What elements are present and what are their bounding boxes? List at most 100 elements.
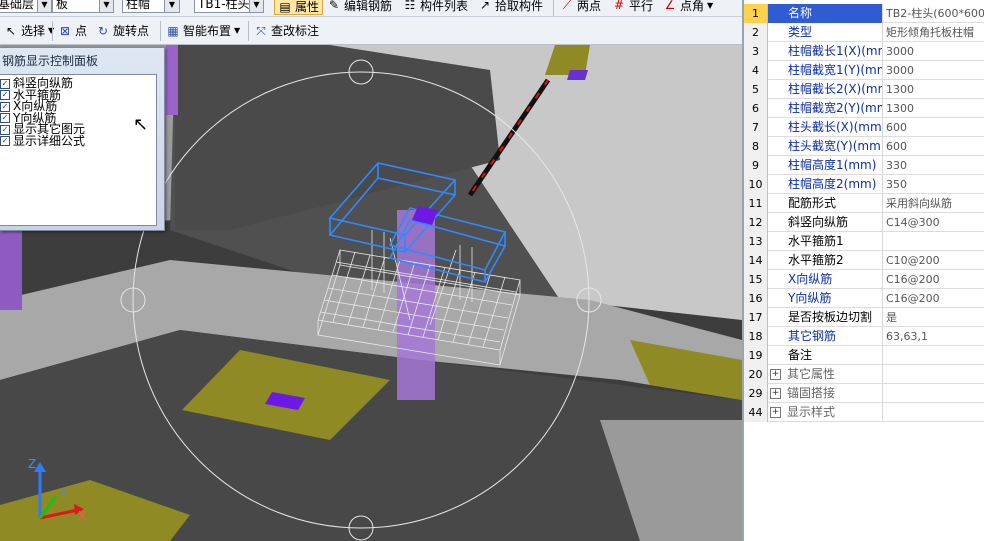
property-row[interactable]: 5 柱帽截长2(X)(mm) 1300 [744,80,984,99]
property-value[interactable]: 矩形倾角托板柱帽 [883,23,984,42]
checkbox[interactable]: ✓ [0,124,10,135]
property-name: 柱头截长(X)(mm) [768,118,883,137]
parallel-button[interactable]: # 平行 [612,0,653,13]
property-row[interactable]: 6 柱帽截宽2(Y)(mm) 1300 [744,99,984,118]
row-number: 11 [744,194,768,213]
rebar-display-control-panel[interactable]: 钢筋显示控制面板 ✓ 斜竖向纵筋 ✓ 水平箍筋 ✓ X向纵筋 ✓ Y向纵筋 ✓ 显示其它图… [0,47,165,231]
property-row-name[interactable]: 1 名称 TB2-柱头(600*600) [744,4,984,23]
checkbox-list: ✓ 斜竖向纵筋 ✓ 水平箍筋 ✓ X向纵筋 ✓ Y向纵筋 ✓ 显示其它图元 ✓ 显示详细公式 [0,77,85,148]
smart-layout-button[interactable]: ▦ 智能布置 ▼ [166,17,240,44]
checkbox[interactable]: ✓ [0,136,10,147]
type-combo[interactable]: 板 ▼ [52,0,114,13]
property-value[interactable] [883,346,984,365]
property-row[interactable]: 15 X向纵筋 C16@200 [744,270,984,289]
property-value[interactable]: C16@200 [883,270,984,289]
point-angle-icon: ∠ [664,0,676,12]
row-number: 17 [744,308,768,327]
toolbar-divider [553,0,554,16]
property-value[interactable]: 采用斜向纵筋 [883,194,984,213]
property-value[interactable]: 63,63,1 [883,327,984,346]
row-number: 29 [744,384,768,403]
property-name: 水平箍筋1 [768,232,883,251]
property-row[interactable]: 10 柱帽高度2(mm) 350 [744,175,984,194]
component-list-button[interactable]: ☷ 构件列表 [403,0,468,13]
property-row[interactable]: 8 柱头截宽(Y)(mm) 600 [744,137,984,156]
properties-icon: ▤ [279,0,291,14]
checkbox-row-detailed-formula[interactable]: ✓ 显示详细公式 [0,135,85,148]
checkbox[interactable]: ✓ [0,113,10,124]
property-value[interactable]: 是 [883,308,984,327]
property-row[interactable]: 12 斜竖向纵筋 C14@300 [744,213,984,232]
property-value[interactable]: 350 [883,175,984,194]
row-number: 3 [744,42,768,61]
property-row[interactable]: 16 Y向纵筋 C16@200 [744,289,984,308]
property-value[interactable]: 600 [883,118,984,137]
property-group-anchorage[interactable]: 29 + 锚固搭接 [744,384,984,403]
chevron-down-icon: ▼ [99,0,113,12]
row-number: 15 [744,270,768,289]
property-name: 名称 [768,4,883,23]
property-group-name: + 其它属性 [768,365,883,384]
component-combo[interactable]: TB1-柱头 ▼ [194,0,264,13]
property-row[interactable]: 3 柱帽截长1(X)(mm) 3000 [744,42,984,61]
expand-plus-icon[interactable]: + [770,369,781,380]
panel-title[interactable]: 钢筋显示控制面板 [0,48,164,72]
row-number: 18 [744,327,768,346]
edit-rebar-button[interactable]: ✎ 编辑钢筋 [327,0,392,13]
property-name: 斜竖向纵筋 [768,213,883,232]
property-row[interactable]: 4 柱帽截宽1(Y)(mm) 3000 [744,61,984,80]
check-annotation-button[interactable]: ⤧ 查改标注 [254,17,319,44]
property-value[interactable]: C14@300 [883,213,984,232]
checkbox[interactable]: ✓ [0,90,10,101]
category-combo-dropdown[interactable]: ▼ [164,0,180,13]
expand-plus-icon[interactable]: + [770,388,781,399]
property-name: 柱帽高度2(mm) [768,175,883,194]
properties-button[interactable]: ▤ 属性 [274,0,324,15]
layer-combo[interactable]: 基础层 ▼ [0,0,52,13]
toolbar-divider [52,21,53,41]
row-number: 4 [744,61,768,80]
rotate-point-button[interactable]: ↻ 旋转点 [96,17,149,44]
property-value[interactable]: 1300 [883,99,984,118]
property-row[interactable]: 19 备注 [744,346,984,365]
row-number: 19 [744,346,768,365]
row-number: 13 [744,232,768,251]
property-value[interactable]: 330 [883,156,984,175]
property-row[interactable]: 14 水平箍筋2 C10@200 [744,251,984,270]
property-row[interactable]: 18 其它钢筋 63,63,1 [744,327,984,346]
row-number: 7 [744,118,768,137]
property-value[interactable]: C10@200 [883,251,984,270]
annotation-icon: ⤧ [256,23,266,38]
property-row[interactable]: 7 柱头截长(X)(mm) 600 [744,118,984,137]
property-group-name: + 锚固搭接 [768,384,883,403]
property-value[interactable]: 600 [883,137,984,156]
row-number: 20 [744,365,768,384]
category-combo[interactable]: 柱帽 [122,0,164,13]
checkbox[interactable]: ✓ [0,78,10,89]
property-name: 是否按板边切割 [768,308,883,327]
property-group-display-style[interactable]: 44 + 显示样式 [744,403,984,422]
pick-component-button[interactable]: ↗ 拾取构件 [478,0,543,13]
property-row[interactable]: 13 水平箍筋1 [744,232,984,251]
row-number: 1 [744,4,768,23]
property-row-type[interactable]: 2 类型 矩形倾角托板柱帽 [744,23,984,42]
two-point-button[interactable]: ⟋ 两点 [560,0,601,13]
property-row[interactable]: 9 柱帽高度1(mm) 330 [744,156,984,175]
select-button[interactable]: ↖选择▼ [4,17,54,44]
property-value[interactable]: TB2-柱头(600*600) [883,4,984,23]
property-row[interactable]: 17 是否按板边切割 是 [744,308,984,327]
point-button[interactable]: ⊠ 点 [58,17,87,44]
property-value [883,384,984,403]
property-value[interactable] [883,232,984,251]
property-value[interactable]: C16@200 [883,289,984,308]
property-value[interactable]: 3000 [883,42,984,61]
expand-plus-icon[interactable]: + [770,407,781,418]
row-number: 12 [744,213,768,232]
property-value[interactable]: 1300 [883,80,984,99]
checkbox[interactable]: ✓ [0,101,10,112]
property-group-other[interactable]: 20 + 其它属性 [744,365,984,384]
row-number: 10 [744,175,768,194]
point-angle-button[interactable]: ∠ 点角 ▼ [663,0,714,13]
property-value[interactable]: 3000 [883,61,984,80]
property-row[interactable]: 11 配筋形式 采用斜向纵筋 [744,194,984,213]
